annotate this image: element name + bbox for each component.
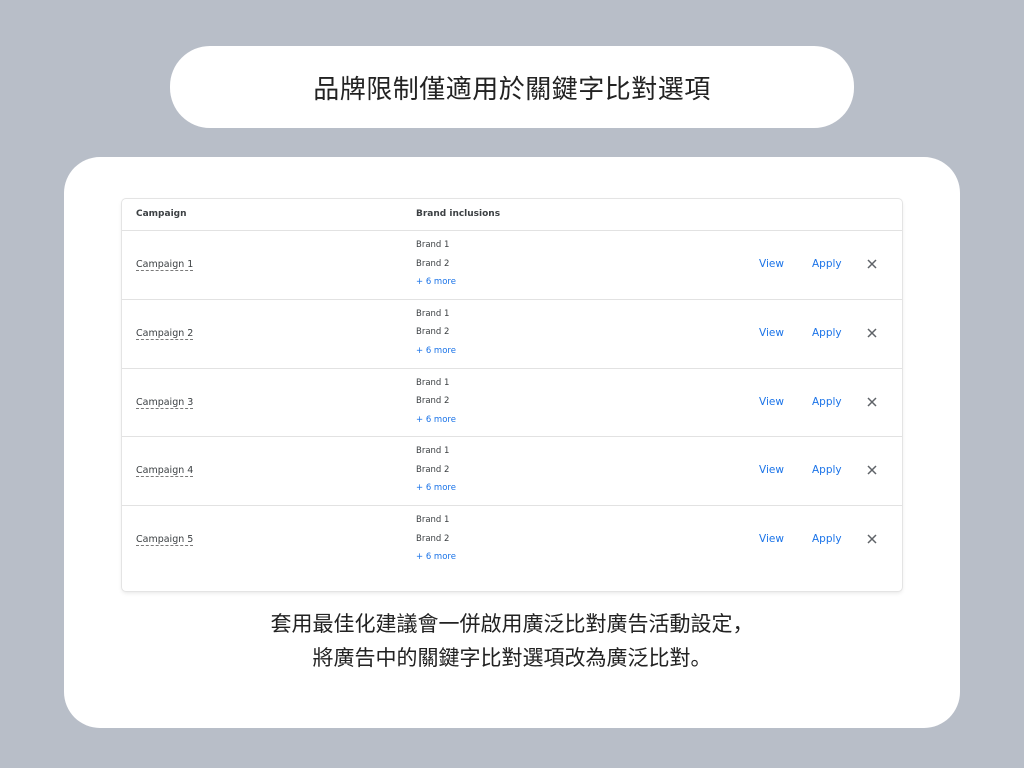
close-icon[interactable] bbox=[865, 257, 879, 271]
apply-button[interactable]: Apply bbox=[812, 258, 842, 270]
brand-item: Brand 1 bbox=[416, 446, 450, 457]
close-icon[interactable] bbox=[865, 326, 879, 340]
caption-line: 套用最佳化建議會一併啟用廣泛比對廣告活動設定， bbox=[270, 612, 754, 636]
column-header-campaign: Campaign bbox=[136, 209, 187, 219]
brand-item: Brand 2 bbox=[416, 533, 450, 544]
campaign-name[interactable]: Campaign 3 bbox=[136, 397, 194, 409]
table-row: Campaign 4 Brand 1 Brand 2 + 6 more View… bbox=[122, 437, 902, 507]
title-banner: 品牌限制僅適用於關鍵字比對選項 bbox=[170, 46, 854, 128]
brand-list: Brand 1 Brand 2 + 6 more bbox=[416, 514, 456, 570]
close-icon[interactable] bbox=[865, 532, 879, 546]
brand-list: Brand 1 Brand 2 + 6 more bbox=[416, 377, 456, 433]
view-button[interactable]: View bbox=[759, 327, 784, 339]
caption: 套用最佳化建議會一併啟用廣泛比對廣告活動設定， 將廣告中的關鍵字比對選項改為廣泛… bbox=[64, 607, 960, 675]
more-brands-link[interactable]: + 6 more bbox=[416, 482, 456, 501]
brand-item: Brand 1 bbox=[416, 515, 450, 526]
page-title: 品牌限制僅適用於關鍵字比對選項 bbox=[313, 74, 711, 105]
view-button[interactable]: View bbox=[759, 533, 784, 545]
apply-button[interactable]: Apply bbox=[812, 396, 842, 408]
brand-item: Brand 1 bbox=[416, 308, 450, 319]
campaign-name[interactable]: Campaign 1 bbox=[136, 259, 194, 271]
caption-line: 將廣告中的關鍵字比對選項改為廣泛比對。 bbox=[312, 646, 712, 670]
brand-list: Brand 1 Brand 2 + 6 more bbox=[416, 308, 456, 364]
campaign-name[interactable]: Campaign 5 bbox=[136, 534, 194, 547]
more-brands-link[interactable]: + 6 more bbox=[416, 414, 456, 433]
view-button[interactable]: View bbox=[759, 464, 784, 476]
brand-item: Brand 1 bbox=[416, 377, 450, 388]
close-icon[interactable] bbox=[865, 463, 879, 477]
campaign-name[interactable]: Campaign 2 bbox=[136, 328, 194, 340]
table-row: Campaign 3 Brand 1 Brand 2 + 6 more View… bbox=[122, 369, 902, 438]
more-brands-link[interactable]: + 6 more bbox=[416, 345, 456, 364]
apply-button[interactable]: Apply bbox=[812, 327, 842, 339]
close-icon[interactable] bbox=[865, 395, 879, 409]
more-brands-link[interactable]: + 6 more bbox=[416, 551, 456, 570]
view-button[interactable]: View bbox=[759, 258, 784, 270]
more-brands-link[interactable]: + 6 more bbox=[416, 276, 456, 295]
campaign-name[interactable]: Campaign 4 bbox=[136, 465, 194, 478]
brand-list: Brand 1 Brand 2 + 6 more bbox=[416, 445, 456, 501]
apply-button[interactable]: Apply bbox=[812, 464, 842, 476]
brand-item: Brand 2 bbox=[416, 327, 450, 338]
table-row: Campaign 5 Brand 1 Brand 2 + 6 more View… bbox=[122, 506, 902, 575]
apply-button[interactable]: Apply bbox=[812, 533, 842, 545]
brand-item: Brand 2 bbox=[416, 258, 450, 269]
brand-item: Brand 2 bbox=[416, 396, 450, 407]
table-row: Campaign 1 Brand 1 Brand 2 + 6 more View… bbox=[122, 231, 902, 300]
brand-item: Brand 1 bbox=[416, 240, 450, 250]
content-card: Campaign Brand inclusions Campaign 1 Bra… bbox=[64, 157, 960, 728]
brand-inclusions-table: Campaign Brand inclusions Campaign 1 Bra… bbox=[122, 199, 902, 591]
brand-list: Brand 1 Brand 2 + 6 more bbox=[416, 239, 456, 295]
table-row: Campaign 2 Brand 1 Brand 2 + 6 more View… bbox=[122, 300, 902, 369]
column-header-brand-inclusions: Brand inclusions bbox=[416, 209, 501, 219]
brand-item: Brand 2 bbox=[416, 464, 450, 475]
table-header: Campaign Brand inclusions bbox=[122, 199, 902, 231]
view-button[interactable]: View bbox=[759, 396, 784, 408]
